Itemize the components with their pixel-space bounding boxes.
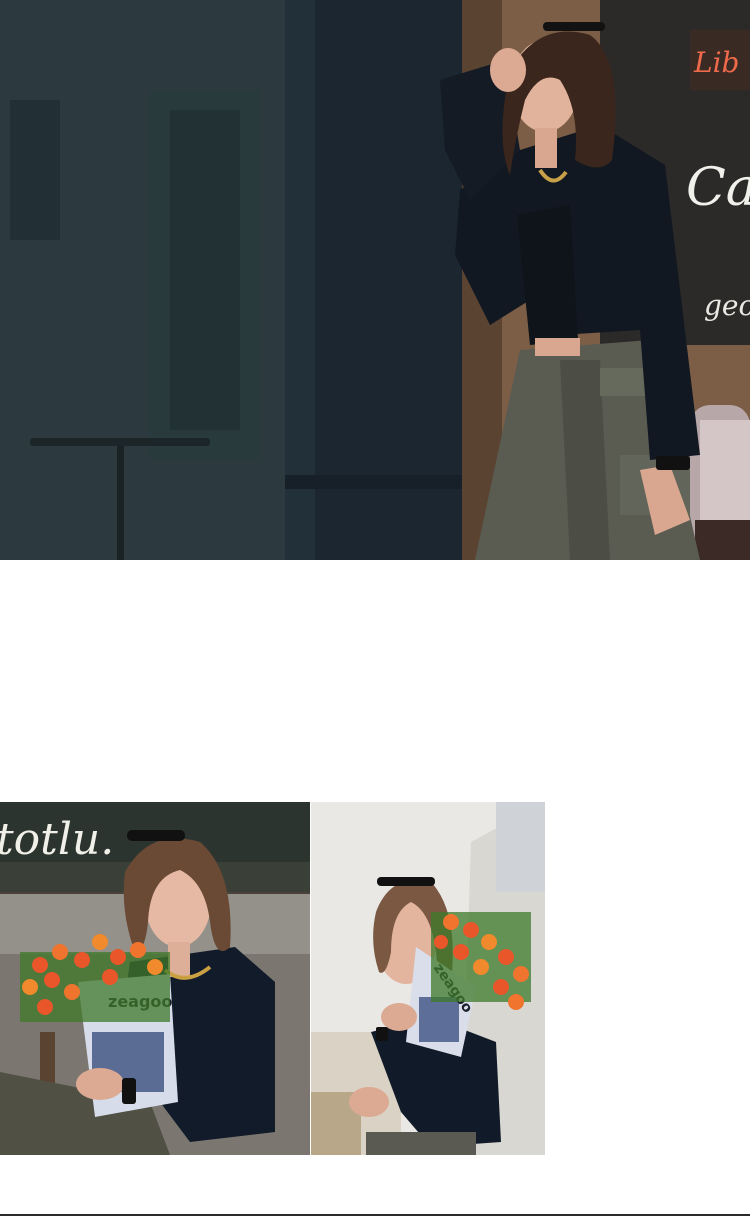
hero-sign-cafe: Cafe — [686, 158, 750, 218]
bottom-right-photo: zeagoo — [311, 802, 545, 1155]
right-flowers — [431, 912, 531, 1010]
left-sign-text: totlu. — [0, 814, 114, 865]
hero-photo: Lib Cafe geo — [0, 0, 750, 560]
bottom-left-photo: totlu. zeagoo — [0, 802, 310, 1155]
hero-sign-geo: geo — [704, 289, 750, 322]
bottom-divider — [0, 1214, 750, 1216]
hero-sign-script: Lib — [693, 46, 739, 79]
